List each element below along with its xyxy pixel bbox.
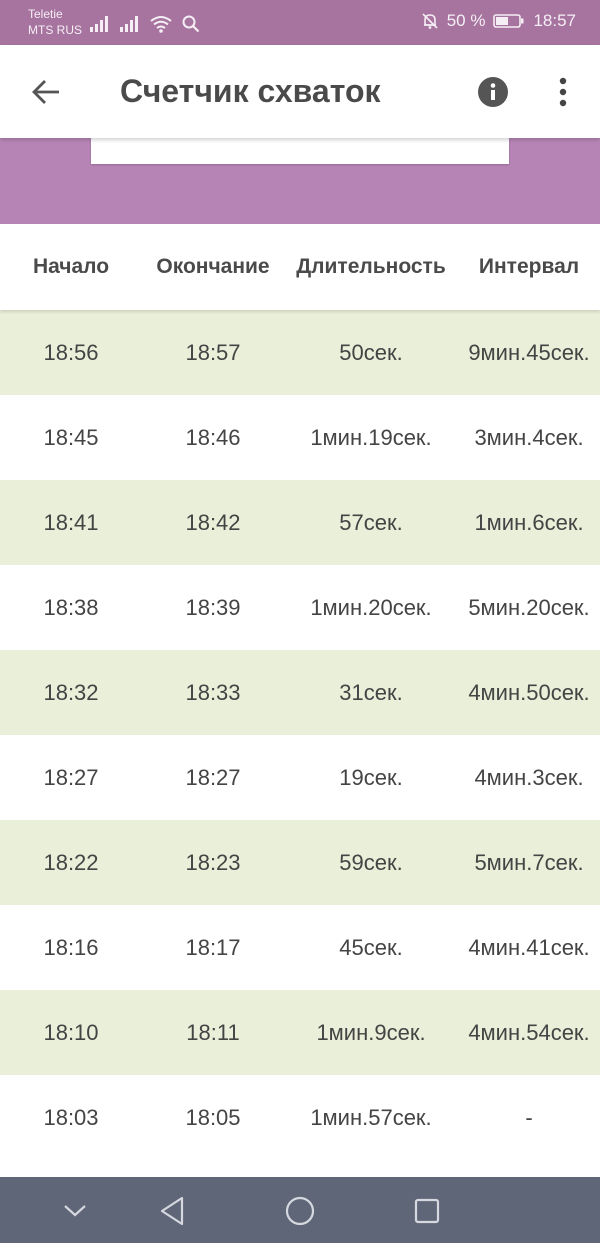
table-row[interactable]: 18:16 18:17 45сек. 4мин.41сек. bbox=[0, 905, 600, 990]
cell-interval: 3мин.4сек. bbox=[474, 424, 584, 450]
cell-start: 18:27 bbox=[43, 764, 99, 790]
column-header-interval: Интервал bbox=[478, 255, 580, 278]
summary-card bbox=[91, 138, 509, 164]
cell-start: 18:32 bbox=[43, 679, 99, 705]
cell-start: 18:45 bbox=[43, 424, 99, 450]
more-options-button[interactable] bbox=[544, 73, 582, 111]
cell-start: 18:16 bbox=[43, 934, 99, 960]
column-header-duration: Длительность bbox=[296, 255, 446, 278]
cell-interval: 9мин.45сек. bbox=[468, 339, 590, 365]
cell-start: 18:22 bbox=[43, 849, 99, 875]
cell-interval: 1мин.6сек. bbox=[474, 509, 584, 535]
table-row[interactable]: 18:38 18:39 1мин.20сек. 5мин.20сек. bbox=[0, 565, 600, 650]
status-right: 50 % 18:57 bbox=[421, 11, 576, 31]
cell-duration: 1мин.9сек. bbox=[316, 1019, 426, 1045]
column-header-start: Начало bbox=[32, 255, 110, 278]
info-icon bbox=[478, 77, 508, 107]
cell-end: 18:57 bbox=[185, 339, 241, 365]
contractions-list: 18:56 18:57 50сек. 9мин.45сек. 18:45 18:… bbox=[0, 310, 600, 1160]
bell-off-icon bbox=[422, 13, 438, 29]
app-bar: Счетчик схваток bbox=[0, 45, 600, 138]
carrier-line1: Teletie bbox=[28, 7, 63, 21]
cell-interval: - bbox=[525, 1104, 533, 1130]
signal-icon bbox=[90, 16, 108, 32]
signal-icon-2 bbox=[120, 16, 138, 32]
cell-end: 18:11 bbox=[186, 1019, 240, 1045]
table-row[interactable]: 18:56 18:57 50сек. 9мин.45сек. bbox=[0, 310, 600, 395]
table-row[interactable]: 18:27 18:27 19сек. 4мин.3сек. bbox=[0, 735, 600, 820]
nav-back-button[interactable] bbox=[154, 1193, 190, 1229]
search-icon bbox=[182, 15, 200, 33]
cell-duration: 45сек. bbox=[339, 934, 403, 960]
cell-start: 18:03 bbox=[43, 1104, 99, 1130]
battery-icon bbox=[493, 14, 524, 28]
cell-duration: 50сек. bbox=[339, 339, 403, 365]
cell-end: 18:23 bbox=[185, 849, 241, 875]
cell-interval: 4мин.50сек. bbox=[468, 679, 590, 705]
info-button[interactable] bbox=[474, 73, 512, 111]
square-recents-icon bbox=[414, 1198, 440, 1224]
cell-start: 18:41 bbox=[43, 509, 99, 535]
header-band bbox=[0, 138, 600, 224]
nav-recents-button[interactable] bbox=[409, 1193, 445, 1229]
table-row[interactable]: 18:03 18:05 1мин.57сек. - bbox=[0, 1075, 600, 1160]
cell-duration: 59сек. bbox=[339, 849, 403, 875]
table-row[interactable]: 18:22 18:23 59сек. 5мин.7сек. bbox=[0, 820, 600, 905]
cell-start: 18:10 bbox=[43, 1019, 99, 1045]
cell-end: 18:05 bbox=[185, 1104, 241, 1130]
cell-duration: 31сек. bbox=[339, 679, 403, 705]
chevron-down-icon bbox=[64, 1205, 86, 1217]
system-nav-bar bbox=[0, 1177, 600, 1243]
cell-end: 18:42 bbox=[185, 509, 241, 535]
cell-interval: 4мин.54сек. bbox=[468, 1019, 590, 1045]
cell-end: 18:46 bbox=[185, 424, 241, 450]
cell-start: 18:38 bbox=[43, 594, 99, 620]
cell-start: 18:56 bbox=[43, 339, 99, 365]
table-row[interactable]: 18:45 18:46 1мин.19сек. 3мин.4сек. bbox=[0, 395, 600, 480]
cell-end: 18:27 bbox=[185, 764, 241, 790]
cell-interval: 5мин.20сек. bbox=[468, 594, 590, 620]
wifi-icon bbox=[150, 16, 172, 33]
page-title: Счетчик схваток bbox=[120, 73, 381, 109]
cell-duration: 19сек. bbox=[339, 764, 403, 790]
cell-interval: 4мин.41сек. bbox=[468, 934, 590, 960]
cell-end: 18:33 bbox=[185, 679, 241, 705]
arrow-left-icon bbox=[32, 80, 59, 104]
cell-interval: 4мин.3сек. bbox=[474, 764, 584, 790]
nav-home-button[interactable] bbox=[282, 1193, 318, 1229]
nav-hide-button[interactable] bbox=[57, 1193, 93, 1229]
status-time: 18:57 bbox=[533, 11, 576, 30]
cell-end: 18:39 bbox=[185, 594, 241, 620]
triangle-back-icon bbox=[160, 1196, 184, 1226]
status-icons bbox=[90, 11, 200, 33]
circle-home-icon bbox=[285, 1196, 315, 1226]
cell-interval: 5мин.7сек. bbox=[474, 849, 584, 875]
back-button[interactable] bbox=[20, 71, 72, 113]
table-row[interactable]: 18:41 18:42 57сек. 1мин.6сек. bbox=[0, 480, 600, 565]
cell-duration: 1мин.57сек. bbox=[310, 1104, 432, 1130]
cell-duration: 57сек. bbox=[339, 509, 403, 535]
table-row[interactable]: 18:10 18:11 1мин.9сек. 4мин.54сек. bbox=[0, 990, 600, 1075]
column-header-end: Окончание bbox=[156, 255, 270, 278]
carrier-info: Teletie MTS RUS bbox=[28, 6, 82, 38]
table-header: Начало Окончание Длительность Интервал bbox=[0, 224, 600, 310]
battery-percent: 50 % bbox=[446, 11, 486, 30]
more-vert-icon bbox=[559, 77, 567, 107]
cell-end: 18:17 bbox=[185, 934, 241, 960]
cell-duration: 1мин.19сек. bbox=[310, 424, 432, 450]
status-bar: Teletie MTS RUS 50 % 18:57 bbox=[0, 0, 600, 45]
cell-duration: 1мин.20сек. bbox=[310, 594, 432, 620]
table-row[interactable]: 18:32 18:33 31сек. 4мин.50сек. bbox=[0, 650, 600, 735]
carrier-line2: MTS RUS bbox=[28, 23, 82, 37]
